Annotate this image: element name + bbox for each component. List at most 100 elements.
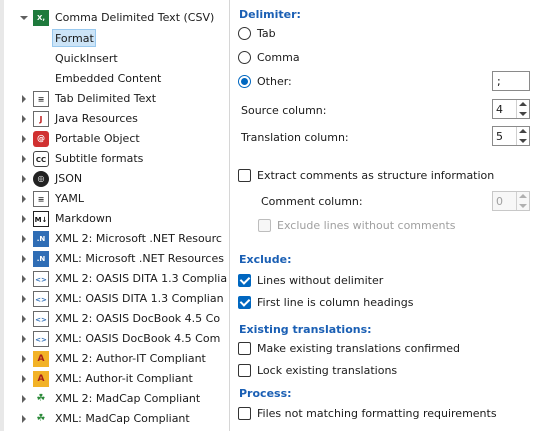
increment-arrow-icon[interactable] bbox=[519, 129, 527, 133]
decrement-arrow-icon[interactable] bbox=[519, 139, 527, 143]
collapse-arrow-icon[interactable] bbox=[20, 16, 28, 20]
make-confirmed-checkbox[interactable] bbox=[238, 342, 251, 355]
tree-item-xml2-madcap[interactable]: ☘ XML 2: MadCap Compliant bbox=[0, 389, 229, 409]
other-radio-label[interactable]: Other: bbox=[257, 75, 292, 88]
tree-item-label: Tab Delimited Text bbox=[55, 92, 157, 105]
text-file-icon: ≡ bbox=[33, 91, 49, 107]
tree-item-json[interactable]: ◎ JSON bbox=[0, 169, 229, 189]
tree-item-xml-docbook[interactable]: <> XML: OASIS DocBook 4.5 Com bbox=[0, 329, 229, 349]
lock-existing-label[interactable]: Lock existing translations bbox=[257, 364, 397, 377]
tree-item-format[interactable]: Format bbox=[0, 29, 229, 49]
expand-arrow-icon[interactable] bbox=[22, 155, 26, 163]
author-it-icon: A bbox=[33, 371, 49, 387]
tree-item-xml-dotnet[interactable]: .N XML: Microsoft .NET Resources bbox=[0, 249, 229, 269]
files-not-matching-checkbox[interactable] bbox=[238, 407, 251, 420]
tab-radio[interactable] bbox=[238, 27, 251, 40]
translation-column-spinner[interactable]: 5 bbox=[492, 126, 530, 146]
decrement-arrow-icon[interactable] bbox=[519, 112, 527, 116]
comment-column-value[interactable]: 0 bbox=[496, 195, 503, 208]
tree-item-portable-object[interactable]: @ Portable Object bbox=[0, 129, 229, 149]
comma-radio-label[interactable]: Comma bbox=[257, 51, 300, 64]
tree-item-xml2-dita[interactable]: <> XML 2: OASIS DITA 1.3 Complia bbox=[0, 269, 229, 289]
tree-item-label: Comma Delimited Text (CSV) bbox=[55, 11, 215, 24]
first-line-headings-checkbox[interactable] bbox=[238, 296, 251, 309]
tree-item-xml2-dotnet[interactable]: .N XML 2: Microsoft .NET Resourc bbox=[0, 229, 229, 249]
madcap-icon: ☘ bbox=[33, 391, 49, 407]
increment-arrow-icon[interactable] bbox=[519, 194, 527, 198]
tree-item-yaml[interactable]: ≡ YAML bbox=[0, 189, 229, 209]
spinner-buttons[interactable] bbox=[516, 127, 529, 145]
tree-item-tab-delimited[interactable]: ≡ Tab Delimited Text bbox=[0, 89, 229, 109]
translation-column-value[interactable]: 5 bbox=[496, 130, 503, 143]
tree-item-label: Subtitle formats bbox=[55, 152, 144, 165]
expand-arrow-icon[interactable] bbox=[22, 195, 26, 203]
expand-arrow-icon[interactable] bbox=[22, 175, 26, 183]
tree-item-embedded-content[interactable]: Embedded Content bbox=[0, 69, 229, 89]
expand-arrow-icon[interactable] bbox=[22, 395, 26, 403]
make-confirmed-label[interactable]: Make existing translations confirmed bbox=[257, 342, 460, 355]
increment-arrow-icon[interactable] bbox=[519, 102, 527, 106]
comment-column-label: Comment column: bbox=[261, 195, 363, 208]
expand-arrow-icon[interactable] bbox=[22, 135, 26, 143]
expand-arrow-icon[interactable] bbox=[22, 295, 26, 303]
expand-arrow-icon[interactable] bbox=[22, 95, 26, 103]
decrement-arrow-icon[interactable] bbox=[519, 204, 527, 208]
tab-radio-label[interactable]: Tab bbox=[257, 27, 276, 40]
tree-item-label: Java Resources bbox=[55, 112, 138, 125]
tree-item-label: XML: OASIS DITA 1.3 Complian bbox=[55, 292, 224, 305]
source-column-spinner[interactable]: 4 bbox=[492, 99, 530, 119]
tree-item-label: XML: Author-it Compliant bbox=[55, 372, 193, 385]
lines-without-delimiter-checkbox[interactable] bbox=[238, 274, 251, 287]
spinner-buttons[interactable] bbox=[516, 192, 529, 210]
file-type-tree[interactable]: X, Comma Delimited Text (CSV) Format Qui… bbox=[0, 0, 230, 431]
comma-radio[interactable] bbox=[238, 51, 251, 64]
tree-item-xml2-docbook[interactable]: <> XML 2: OASIS DocBook 4.5 Co bbox=[0, 309, 229, 329]
exclude-lines-without-comments-checkbox[interactable] bbox=[258, 219, 271, 232]
expand-arrow-icon[interactable] bbox=[22, 215, 26, 223]
files-not-matching-label[interactable]: Files not matching formatting requiremen… bbox=[257, 407, 497, 420]
markdown-icon: M↓ bbox=[33, 211, 49, 227]
other-delimiter-input[interactable] bbox=[492, 71, 530, 91]
tree-item-xml-dita[interactable]: <> XML: OASIS DITA 1.3 Complian bbox=[0, 289, 229, 309]
author-it-icon: A bbox=[33, 351, 49, 367]
extract-comments-checkbox[interactable] bbox=[238, 169, 251, 182]
first-line-headings-label[interactable]: First line is column headings bbox=[257, 296, 413, 309]
tree-item-markdown[interactable]: M↓ Markdown bbox=[0, 209, 229, 229]
expand-arrow-icon[interactable] bbox=[22, 115, 26, 123]
tree-item-quickinsert[interactable]: QuickInsert bbox=[0, 49, 229, 69]
yaml-icon: ≡ bbox=[33, 191, 49, 207]
expand-arrow-icon[interactable] bbox=[22, 355, 26, 363]
tree-item-java[interactable]: J Java Resources bbox=[0, 109, 229, 129]
extract-comments-label[interactable]: Extract comments as structure informatio… bbox=[257, 169, 494, 182]
expand-arrow-icon[interactable] bbox=[22, 415, 26, 423]
csv-icon: X, bbox=[33, 10, 49, 26]
madcap-icon: ☘ bbox=[33, 411, 49, 427]
tree-item-label: XML 2: Author-IT Compliant bbox=[55, 352, 206, 365]
spinner-buttons[interactable] bbox=[516, 100, 529, 118]
format-settings-panel: Delimiter: Tab Comma Other: Source colum… bbox=[230, 0, 554, 431]
lock-existing-checkbox[interactable] bbox=[238, 364, 251, 377]
tree-item-xml-author-it[interactable]: A XML: Author-it Compliant bbox=[0, 369, 229, 389]
tree-item-xml2-author-it[interactable]: A XML 2: Author-IT Compliant bbox=[0, 349, 229, 369]
source-column-value[interactable]: 4 bbox=[496, 103, 503, 116]
tree-item-label: XML 2: OASIS DITA 1.3 Complia bbox=[55, 272, 228, 285]
tree-item-subtitle[interactable]: CC Subtitle formats bbox=[0, 149, 229, 169]
tree-item-csv[interactable]: X, Comma Delimited Text (CSV) bbox=[0, 8, 229, 28]
xml-file-icon: <> bbox=[33, 271, 49, 287]
expand-arrow-icon[interactable] bbox=[22, 315, 26, 323]
tree-item-xml-madcap[interactable]: ☘ XML: MadCap Compliant bbox=[0, 409, 229, 429]
exclude-lines-without-comments-label[interactable]: Exclude lines without comments bbox=[277, 219, 456, 232]
tree-item-label: Markdown bbox=[55, 212, 112, 225]
expand-arrow-icon[interactable] bbox=[22, 275, 26, 283]
expand-arrow-icon[interactable] bbox=[22, 235, 26, 243]
expand-arrow-icon[interactable] bbox=[22, 335, 26, 343]
comment-column-spinner[interactable]: 0 bbox=[492, 191, 530, 211]
lines-without-delimiter-label[interactable]: Lines without delimiter bbox=[257, 274, 383, 287]
expand-arrow-icon[interactable] bbox=[22, 255, 26, 263]
xml-file-icon: <> bbox=[33, 311, 49, 327]
expand-arrow-icon[interactable] bbox=[22, 375, 26, 383]
dotnet-icon: .N bbox=[33, 231, 49, 247]
translation-column-label: Translation column: bbox=[241, 131, 349, 144]
other-radio[interactable] bbox=[238, 75, 251, 88]
json-icon: ◎ bbox=[33, 171, 49, 187]
